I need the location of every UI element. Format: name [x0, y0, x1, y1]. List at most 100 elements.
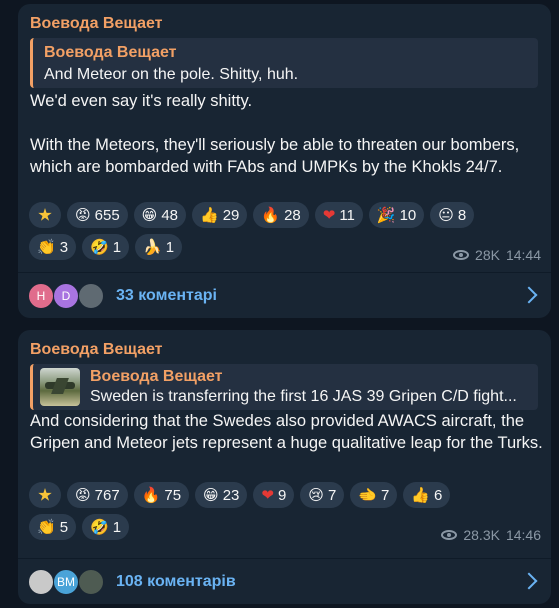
- star-icon: [38, 488, 52, 501]
- reaction-chip[interactable]: 🤣 1: [82, 514, 130, 540]
- reaction-count: 11: [339, 206, 355, 224]
- post-text: We'd even say it's really shitty. With t…: [30, 90, 545, 178]
- reaction-count: 1: [112, 238, 122, 256]
- heart-icon: ❤: [261, 486, 274, 504]
- avatar: D: [53, 283, 79, 309]
- comments-count-label[interactable]: 108 коментарів: [116, 573, 236, 591]
- avatar: [28, 569, 54, 595]
- angry-face-icon: 😡: [75, 486, 91, 504]
- channel-post[interactable]: Воевода Вещает Воевода Вещает And Meteor…: [18, 4, 551, 318]
- reaction-chip[interactable]: 🤣 1: [82, 234, 130, 260]
- grin-icon: 😁: [141, 206, 158, 224]
- rofl-icon: 🤣: [90, 238, 109, 256]
- commenter-avatars: ВМ: [28, 569, 108, 595]
- reaction-chip[interactable]: 👏 3: [29, 234, 77, 260]
- quote-thumbnail: [40, 368, 80, 406]
- reaction-count: 8: [457, 206, 467, 224]
- reply-quote[interactable]: Воевода Вещает Sweden is transferring th…: [30, 364, 538, 410]
- reaction-count: 29: [222, 206, 240, 224]
- comments-button[interactable]: ВМ 108 коментарів: [18, 559, 551, 605]
- star-icon: [38, 208, 52, 221]
- thumbs-up-icon: 👍: [200, 206, 219, 224]
- reaction-chip[interactable]: 🔥 75: [133, 482, 190, 508]
- avatar: [78, 569, 104, 595]
- reaction-count: 75: [164, 486, 182, 504]
- reaction-chip[interactable]: ❤ 11: [314, 202, 363, 228]
- star-reaction-button[interactable]: [29, 202, 61, 228]
- angry-face-icon: 😡: [75, 206, 91, 224]
- chevron-right-icon[interactable]: [520, 572, 538, 590]
- post-author[interactable]: Воевода Вещает: [30, 15, 162, 33]
- quote-text: And Meteor on the pole. Shitty, huh.: [44, 66, 299, 83]
- reaction-count: 655: [94, 206, 120, 224]
- quote-author: Воевода Вещает: [90, 368, 223, 385]
- post-paragraph: We'd even say it's really shitty.: [30, 92, 253, 110]
- reaction-chip[interactable]: 🎉 10: [368, 202, 425, 228]
- comments-count-label[interactable]: 33 коментарі: [116, 287, 217, 305]
- reaction-count: 7: [327, 486, 337, 504]
- star-reaction-button[interactable]: [29, 482, 61, 508]
- reaction-count: 6: [434, 486, 443, 504]
- reaction-chip[interactable]: 😁 23: [195, 482, 248, 508]
- reaction-chip[interactable]: 😡 767: [67, 482, 128, 508]
- post-time: 14:46: [505, 527, 541, 543]
- post-author[interactable]: Воевода Вещает: [30, 341, 162, 359]
- fire-icon: 🔥: [261, 206, 281, 224]
- reaction-count: 767: [94, 486, 120, 504]
- heart-icon: ❤: [322, 206, 336, 224]
- crying-face-icon: 😢: [308, 486, 324, 504]
- reaction-count: 23: [222, 486, 240, 504]
- hand-icon: 🫲: [358, 486, 377, 504]
- post-paragraph: And considering that the Swedes also pro…: [30, 412, 543, 452]
- party-icon: 🎉: [376, 206, 396, 224]
- post-meta: 28K 14:44: [453, 247, 541, 263]
- avatar: [78, 283, 104, 309]
- reaction-count: 10: [399, 206, 417, 224]
- reaction-chip[interactable]: 😢 7: [300, 482, 345, 508]
- thumbs-up-icon: 👍: [411, 486, 430, 504]
- reaction-count: 48: [161, 206, 178, 224]
- eye-icon: [441, 530, 458, 540]
- post-paragraph: With the Meteors, they'll seriously be a…: [30, 136, 520, 176]
- reaction-chip[interactable]: 😁 48: [133, 202, 186, 228]
- avatar: H: [28, 283, 54, 309]
- reaction-count: 5: [59, 518, 69, 536]
- channel-post[interactable]: Воевода Вещает Воевода Вещает Sweden is …: [18, 330, 551, 604]
- reaction-chip[interactable]: 👍 29: [192, 202, 248, 228]
- avatar: ВМ: [53, 569, 79, 595]
- reply-quote[interactable]: Воевода Вещает And Meteor on the pole. S…: [30, 38, 538, 88]
- view-count: 28.3K: [463, 527, 500, 543]
- clap-icon: 👏: [37, 238, 56, 256]
- reaction-count: 28: [284, 206, 301, 224]
- post-meta: 28.3K 14:46: [441, 527, 541, 543]
- clap-icon: 👏: [37, 518, 56, 536]
- fire-icon: 🔥: [141, 486, 161, 504]
- neutral-face-icon: 😐: [438, 206, 454, 224]
- reaction-count: 1: [165, 238, 175, 256]
- reaction-count: 1: [112, 518, 122, 536]
- reaction-chip[interactable]: 🍌 1: [135, 234, 183, 260]
- commenter-avatars: H D: [28, 283, 108, 309]
- reaction-chip[interactable]: 🔥 28: [253, 202, 309, 228]
- eye-icon: [453, 250, 470, 260]
- post-time: 14:44: [505, 247, 541, 263]
- reaction-chip[interactable]: ❤ 9: [253, 482, 295, 508]
- chevron-right-icon[interactable]: [520, 286, 538, 304]
- reaction-chip[interactable]: 👏 5: [29, 514, 77, 540]
- view-count: 28K: [475, 247, 500, 263]
- rofl-icon: 🤣: [90, 518, 109, 536]
- reaction-count: 9: [277, 486, 287, 504]
- reaction-chip[interactable]: 😡 655: [67, 202, 128, 228]
- comments-button[interactable]: H D 33 коментарі: [18, 273, 551, 319]
- reaction-chip[interactable]: 👍 6: [403, 482, 451, 508]
- reaction-chip[interactable]: 🫲 7: [350, 482, 398, 508]
- reaction-count: 3: [59, 238, 69, 256]
- grin-icon: 😁: [203, 486, 219, 504]
- banana-icon: 🍌: [143, 238, 162, 256]
- quote-author: Воевода Вещает: [44, 44, 177, 61]
- post-text: And considering that the Swedes also pro…: [30, 410, 545, 454]
- reaction-count: 7: [380, 486, 390, 504]
- reaction-chip[interactable]: 😐 8: [430, 202, 475, 228]
- quote-text: Sweden is transferring the first 16 JAS …: [90, 388, 517, 405]
